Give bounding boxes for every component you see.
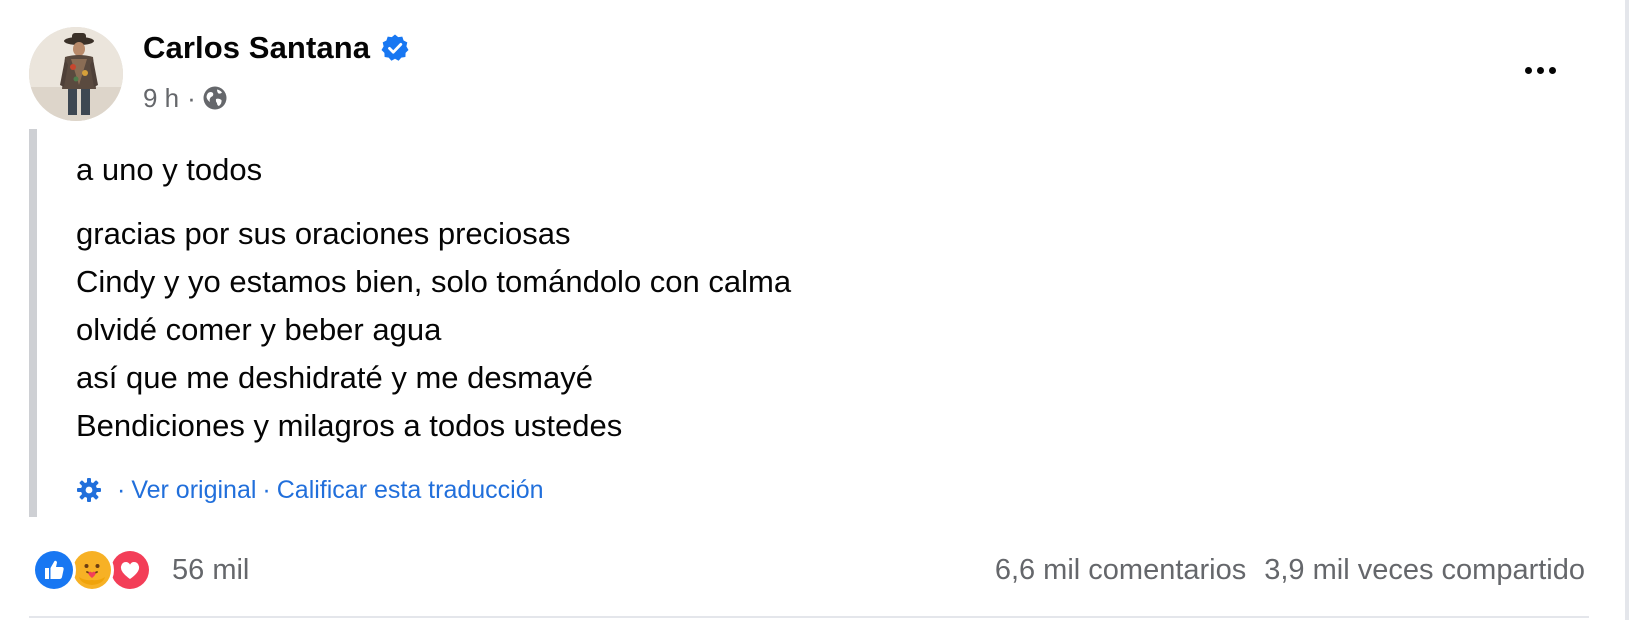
post-timestamp[interactable]: 9 h — [143, 83, 179, 114]
shares-count[interactable]: 3,9 mil veces compartido — [1264, 554, 1585, 587]
translation-separator: · — [117, 475, 126, 504]
engagement-stats: 6,6 mil comentarios 3,9 mil veces compar… — [995, 548, 1585, 592]
translation-separator: · — [262, 475, 271, 504]
post-card: Carlos Santana 9 h · a uno y todos graci… — [0, 0, 1629, 620]
care-icon — [70, 548, 114, 592]
love-icon — [108, 548, 152, 592]
translation-controls: · Ver original · Calificar esta traducci… — [75, 472, 544, 508]
view-original-link[interactable]: Ver original — [131, 476, 256, 505]
rate-translation-link[interactable]: Calificar esta traducción — [277, 476, 544, 505]
post-body-line: gracias por sus oraciones preciosas — [76, 216, 571, 251]
author-name[interactable]: Carlos Santana — [143, 30, 370, 66]
post-header: Carlos Santana — [143, 28, 410, 68]
post-body-line: así que me deshidraté y me desmayé — [76, 360, 593, 395]
translation-quote-bar — [29, 129, 37, 517]
more-options-icon-dot — [1524, 66, 1532, 74]
post-body-line: Cindy y yo estamos bien, solo tomándolo … — [76, 264, 792, 299]
globe-icon[interactable] — [202, 85, 228, 111]
divider — [29, 616, 1589, 618]
verified-badge-icon — [380, 33, 410, 63]
meta-separator: · — [187, 82, 196, 113]
post-meta: 9 h · — [143, 82, 228, 114]
comments-count[interactable]: 6,6 mil comentarios — [995, 554, 1246, 587]
card-edge — [1625, 0, 1629, 620]
post-body-line: a uno y todos — [76, 152, 263, 187]
post-body: a uno y todos gracias por sus oraciones … — [76, 146, 791, 450]
gear-icon[interactable] — [75, 476, 103, 504]
reaction-count[interactable]: 56 mil — [172, 554, 249, 587]
more-options-button[interactable] — [1510, 50, 1570, 90]
post-body-line: Bendiciones y milagros a todos ustedes — [76, 408, 623, 443]
more-options-icon-dot — [1548, 66, 1556, 74]
avatar-image — [29, 27, 123, 121]
avatar[interactable] — [29, 27, 123, 121]
post-body-line: olvidé comer y beber agua — [76, 312, 442, 347]
more-options-icon-dot — [1536, 66, 1544, 74]
like-icon — [32, 548, 76, 592]
reactions-summary[interactable]: 56 mil — [32, 548, 249, 592]
